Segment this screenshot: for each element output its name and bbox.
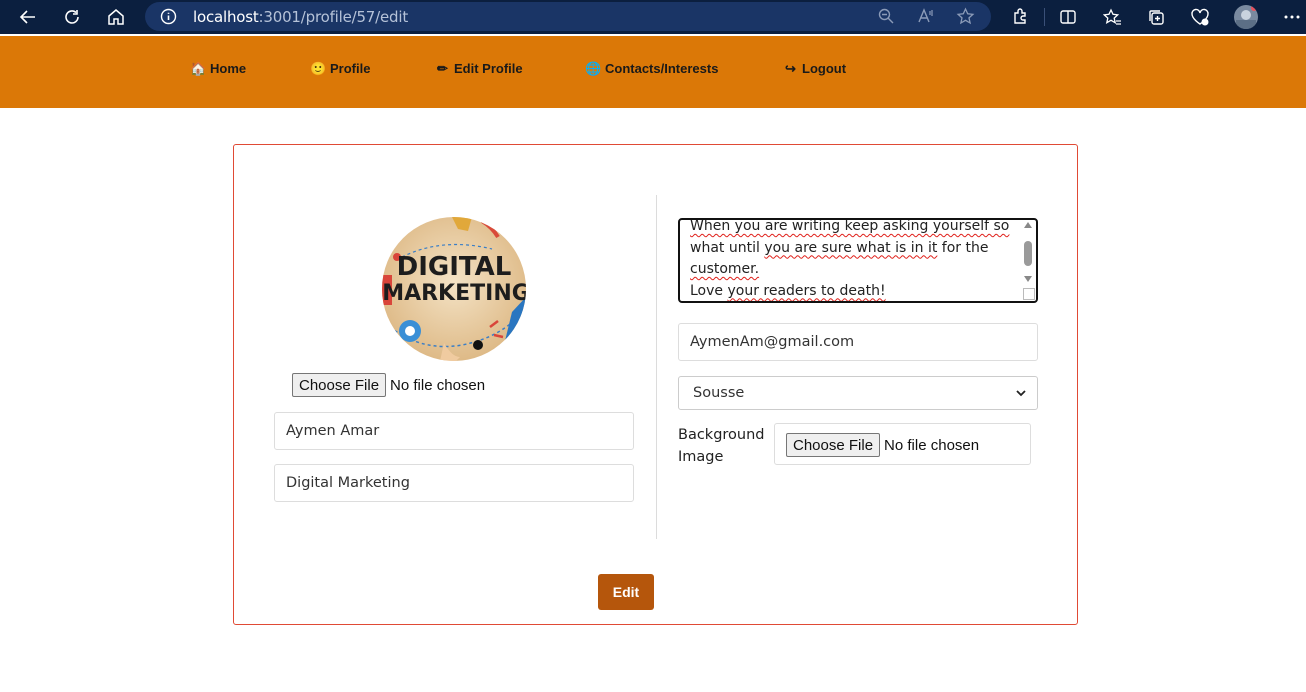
bio-textarea[interactable]: When you are writing keep asking yoursel… [678, 218, 1038, 303]
nav-profile[interactable]: 🙂 Profile [310, 60, 371, 77]
bio-scrollbar[interactable] [1022, 222, 1034, 284]
email-input[interactable]: AymenAm@gmail.com [678, 323, 1038, 361]
background-file-status: No file chosen [884, 436, 980, 454]
bio-line-3: customer. [690, 261, 760, 277]
nav-contacts-interests[interactable]: 🌐 Contacts/Interests [585, 60, 719, 77]
extensions-icon[interactable] [1008, 5, 1032, 29]
city-select[interactable]: Sousse [678, 376, 1038, 410]
edit-profile-card: DIGITAL MARKETING Choose File No file ch… [233, 144, 1078, 625]
address-url: localhost:3001/profile/57/edit [193, 8, 409, 26]
address-bar[interactable]: localhost:3001/profile/57/edit [145, 2, 991, 31]
photo-file-status: No file chosen [390, 376, 486, 394]
title-input-value: Digital Marketing [286, 475, 410, 491]
nav-edit-profile-label: Edit Profile [454, 61, 523, 76]
photo-choose-file-button[interactable]: Choose File [292, 373, 387, 397]
back-arrow-icon[interactable] [16, 5, 40, 29]
split-screen-icon[interactable] [1056, 5, 1080, 29]
globe-emoji-icon: 🌐 [585, 60, 602, 76]
chevron-down-icon [1015, 387, 1027, 403]
browser-toolbar: localhost:3001/profile/57/edit [0, 0, 1306, 34]
background-file-input[interactable]: Choose File No file chosen [786, 433, 979, 457]
nav-edit-profile[interactable]: ✏ Edit Profile [435, 60, 523, 77]
bio-text: When you are writing keep asking yoursel… [690, 218, 1020, 301]
home-icon[interactable] [104, 5, 128, 29]
email-input-value: AymenAm@gmail.com [690, 334, 855, 350]
scroll-down-arrow-icon[interactable] [1024, 276, 1032, 282]
bio-line-2: what until you are sure what is in it fo… [690, 239, 989, 256]
read-aloud-icon[interactable] [917, 7, 935, 25]
nav-logout-label: Logout [802, 61, 847, 76]
nav-logout[interactable]: ↪ Logout [783, 60, 847, 77]
name-input[interactable]: Aymen Amar [274, 412, 634, 450]
nav-home[interactable]: 🏠 Home [190, 60, 247, 77]
avatar-text-digital: DIGITAL [397, 252, 512, 282]
site-info-icon[interactable] [160, 8, 177, 25]
favorite-star-icon[interactable] [956, 7, 975, 26]
photo-file-input[interactable]: Choose File No file chosen [292, 373, 485, 397]
favorites-icon[interactable] [1100, 5, 1124, 29]
logout-arrow-icon: ↪ [785, 60, 796, 76]
collections-icon[interactable] [1144, 5, 1168, 29]
profile-avatar-image: DIGITAL MARKETING [382, 217, 526, 361]
textarea-resize-handle-icon[interactable] [1023, 288, 1035, 300]
edit-submit-button[interactable]: Edit [598, 574, 654, 610]
toolbar-divider [1044, 8, 1045, 26]
background-file-box: Choose File No file chosen [774, 423, 1031, 465]
scroll-up-arrow-icon[interactable] [1024, 222, 1032, 228]
refresh-icon[interactable] [60, 5, 84, 29]
scroll-thumb[interactable] [1024, 241, 1032, 266]
home-emoji-icon: 🏠 [190, 60, 207, 76]
avatar-text-marketing: MARKETING [382, 281, 526, 306]
column-divider [656, 195, 657, 539]
nav-contacts-label: Contacts/Interests [605, 61, 719, 76]
profile-avatar-icon[interactable] [1234, 5, 1258, 29]
zoom-icon[interactable] [877, 7, 895, 25]
city-select-value: Sousse [693, 385, 745, 401]
more-options-icon[interactable] [1280, 5, 1304, 29]
nav-home-label: Home [210, 61, 247, 76]
nav-profile-label: Profile [330, 61, 371, 76]
name-input-value: Aymen Amar [286, 423, 380, 439]
browser-essentials-icon[interactable] [1188, 5, 1212, 29]
background-choose-file-button[interactable]: Choose File [786, 433, 881, 457]
bio-line-4: Love your readers to death! [690, 282, 886, 299]
title-input[interactable]: Digital Marketing [274, 464, 634, 502]
bio-line-1: When you are writing keep asking yoursel… [690, 218, 1010, 234]
background-image-label: Background Image [678, 427, 765, 465]
pencil-emoji-icon: ✏ [437, 60, 448, 76]
navbar: 🏠 Home 🙂 Profile ✏ Edit Profile 🌐 Contac… [0, 36, 1306, 108]
face-emoji-icon: 🙂 [310, 60, 327, 76]
